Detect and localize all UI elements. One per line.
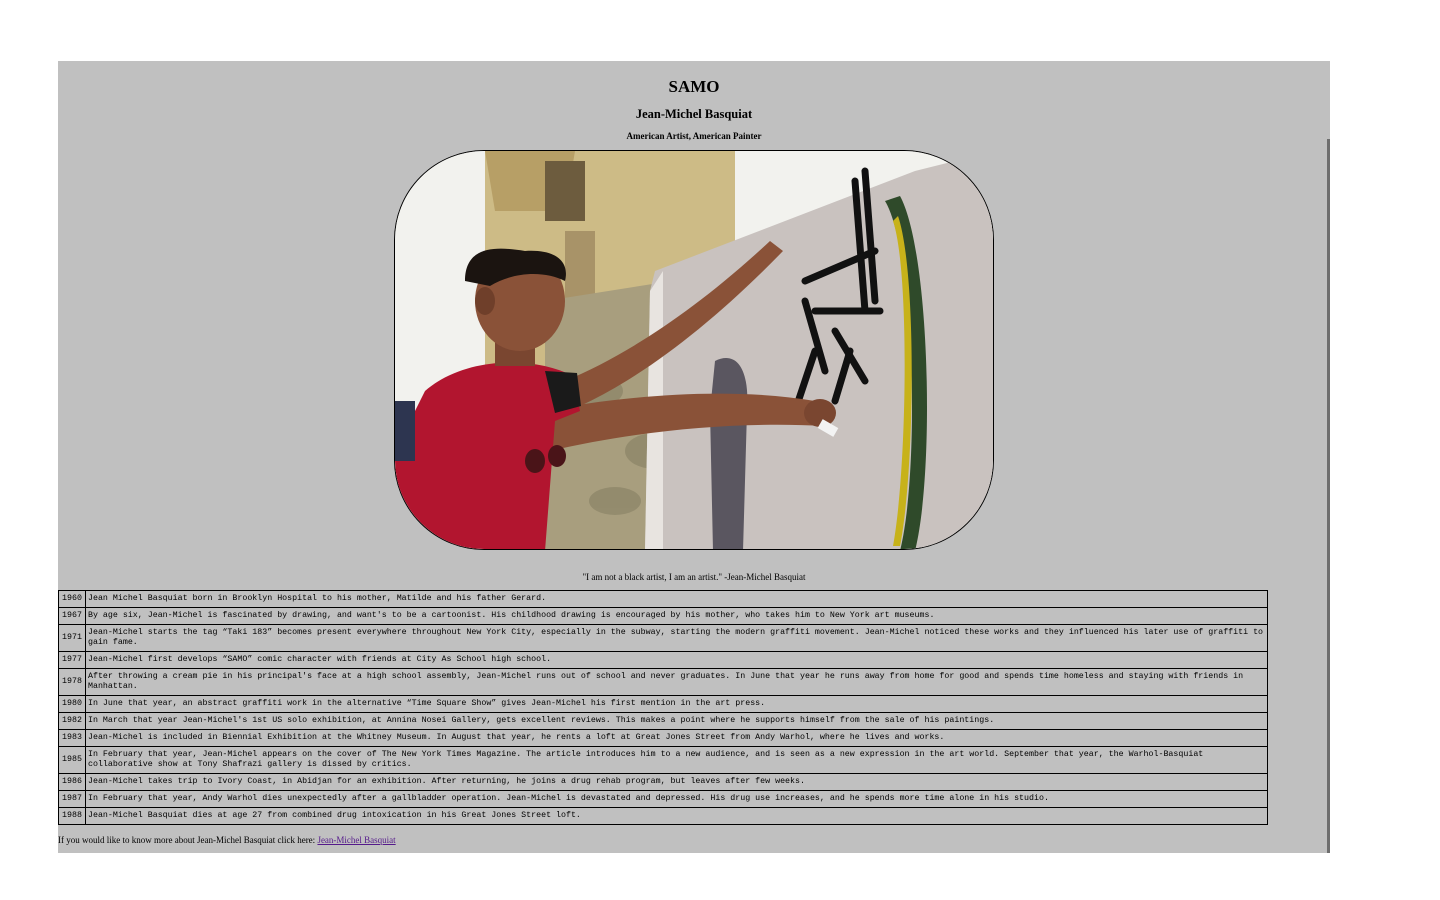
timeline-year: 1988 [58,807,86,825]
table-row: 1967 By age six, Jean-Michel is fascinate… [58,607,1268,625]
timeline-event: Jean-Michel first develops “SAMO” comic … [85,651,1268,669]
table-row: 1977 Jean-Michel first develops “SAMO” co… [58,651,1268,669]
timeline-event: In February that year, Jean-Michel appea… [85,746,1268,774]
timeline-event: Jean-Michel is included in Biennial Exhi… [85,729,1268,747]
table-row: 1980 In June that year, an abstract graff… [58,695,1268,713]
timeline-year: 1967 [58,607,86,625]
footer-prefix: If you would like to know more about Jea… [58,835,318,845]
more-info-link[interactable]: Jean-Michel Basquiat [317,835,395,845]
page-tagline: American Artist, American Painter [626,131,762,141]
table-row: 1985 In February that year, Jean-Michel a… [58,746,1268,774]
timeline-event: Jean-Michel Basquiat dies at age 27 from… [85,807,1268,825]
page-title: SAMO [668,77,720,96]
timeline-table: 1960 Jean Michel Basquiat born in Brookly… [58,590,1268,825]
timeline-year: 1960 [58,590,86,608]
timeline-event: In June that year, an abstract graffiti … [85,695,1268,713]
table-row: 1983 Jean-Michel is included in Biennial … [58,729,1268,747]
table-row: 1982 In March that year Jean-Michel's 1st… [58,712,1268,730]
timeline-event: By age six, Jean-Michel is fascinated by… [85,607,1268,625]
page-container: SAMO Jean-Michel Basquiat American Artis… [58,61,1330,853]
timeline-year: 1971 [58,624,86,652]
timeline-event: Jean Michel Basquiat born in Brooklyn Ho… [85,590,1268,608]
table-row: 1987 In February that year, Andy Warhol d… [58,790,1268,808]
table-row: 1971 Jean-Michel starts the tag “Taki 183… [58,624,1268,652]
table-row: 1986 Jean-Michel takes trip to Ivory Coas… [58,773,1268,791]
timeline-year: 1985 [58,746,86,774]
timeline-year: 1978 [58,668,86,696]
timeline-year: 1987 [58,790,86,808]
timeline-event: Jean-Michel starts the tag “Taki 183” be… [85,624,1268,652]
table-row: 1960 Jean Michel Basquiat born in Brookly… [58,590,1268,608]
table-row: 1978 After throwing a cream pie in his pr… [58,668,1268,696]
timeline-event: After throwing a cream pie in his princi… [85,668,1268,696]
artist-quote: "I am not a black artist, I am an artist… [582,572,806,582]
page-edge [1327,139,1330,853]
timeline-year: 1980 [58,695,86,713]
table-row: 1988 Jean-Michel Basquiat dies at age 27 … [58,807,1268,825]
timeline-event: In February that year, Andy Warhol dies … [85,790,1268,808]
timeline-event: In March that year Jean-Michel's 1st US … [85,712,1268,730]
page-subtitle: Jean-Michel Basquiat [635,107,753,121]
footer-text: If you would like to know more about Jea… [58,834,396,846]
timeline-year: 1977 [58,651,86,669]
timeline-year: 1986 [58,773,86,791]
timeline-year: 1982 [58,712,86,730]
artist-photo [394,150,994,550]
timeline-year: 1983 [58,729,86,747]
timeline-event: Jean-Michel takes trip to Ivory Coast, i… [85,773,1268,791]
